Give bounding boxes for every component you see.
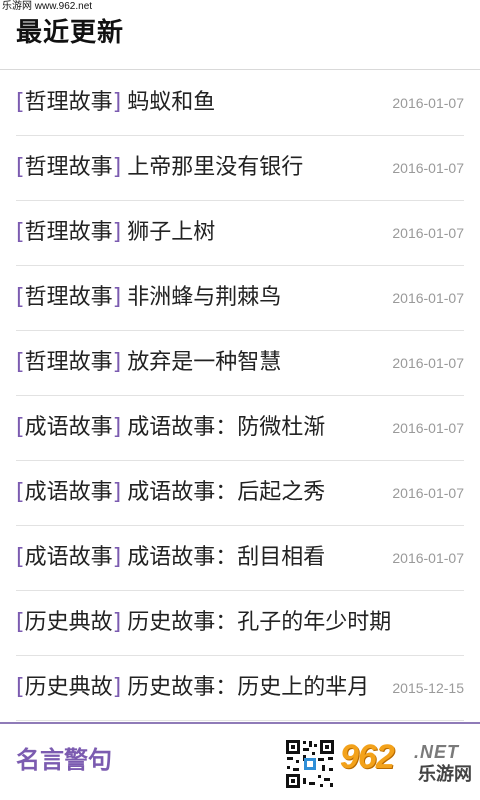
brand-number: 962: [340, 738, 395, 776]
item-tag: 成语故事: [24, 480, 113, 505]
tag-bracket-open: [: [16, 90, 25, 115]
item-tag: 历史典故: [24, 610, 113, 635]
tag-bracket-close: ]: [112, 155, 122, 180]
page-title: 最近更新: [16, 18, 125, 48]
app-screen: 乐游网 www.962.net 最近更新 [哲理故事] 蚂蚁和鱼 2016-01-…: [0, 0, 480, 800]
brand-logo: 962 .NET 乐游网: [340, 740, 476, 790]
list-item[interactable]: [哲理故事] 上帝那里没有银行 2016-01-07: [16, 136, 464, 201]
tag-bracket-close: ]: [112, 350, 122, 375]
list-item[interactable]: [成语故事] 成语故事：后起之秀 2016-01-07: [16, 461, 464, 526]
item-text: [成语故事] 成语故事：后起之秀: [16, 478, 325, 508]
brand-domain: .NET: [414, 742, 460, 762]
item-title: 放弃是一种智慧: [127, 350, 282, 375]
item-tag: 哲理故事: [24, 90, 113, 115]
item-text: [成语故事] 成语故事：刮目相看: [16, 543, 325, 573]
list-item[interactable]: [历史典故] 历史故事：孔子的年少时期: [16, 591, 464, 656]
item-title: 成语故事：后起之秀: [127, 480, 326, 505]
item-date: 2015-12-15: [392, 680, 464, 696]
tag-bracket-open: [: [16, 220, 25, 245]
item-date: 2016-01-07: [392, 355, 464, 371]
tag-bracket-close: ]: [112, 90, 122, 115]
brand-name: 乐游网: [418, 764, 472, 785]
item-date: 2016-01-07: [392, 420, 464, 436]
item-tag: 历史典故: [24, 675, 113, 700]
tab-quotes[interactable]: 名言警句: [16, 744, 112, 776]
item-title: 狮子上树: [127, 220, 216, 245]
item-text: [哲理故事] 蚂蚁和鱼: [16, 88, 215, 118]
tag-bracket-close: ]: [112, 545, 122, 570]
article-list: [哲理故事] 蚂蚁和鱼 2016-01-07 [哲理故事] 上帝那里没有银行 201…: [0, 71, 480, 721]
item-text: [哲理故事] 上帝那里没有银行: [16, 153, 303, 183]
tag-bracket-close: ]: [112, 610, 122, 635]
footer-bar: 名言警句 962 .NET 乐游网: [0, 722, 480, 800]
tag-bracket-open: [: [16, 610, 25, 635]
item-text: [哲理故事] 非洲蜂与荆棘鸟: [16, 283, 281, 313]
item-text: [历史典故] 历史故事：孔子的年少时期: [16, 608, 391, 638]
item-title: 成语故事：防微杜渐: [127, 415, 326, 440]
tag-bracket-open: [: [16, 480, 25, 505]
list-item[interactable]: [历史典故] 历史故事：历史上的芈月 2015-12-15: [16, 656, 464, 721]
item-text: [哲理故事] 狮子上树: [16, 218, 215, 248]
item-title: 历史故事：孔子的年少时期: [127, 610, 392, 635]
item-title: 上帝那里没有银行: [127, 155, 304, 180]
header-bar: 最近更新: [0, 0, 480, 70]
item-tag: 哲理故事: [24, 350, 113, 375]
tag-bracket-open: [: [16, 675, 25, 700]
item-date: 2016-01-07: [392, 550, 464, 566]
item-tag: 成语故事: [24, 415, 113, 440]
item-date: 2016-01-07: [392, 225, 464, 241]
item-date: 2016-01-07: [392, 290, 464, 306]
item-date: 2016-01-07: [392, 160, 464, 176]
tag-bracket-close: ]: [112, 480, 122, 505]
tag-bracket-open: [: [16, 415, 25, 440]
tag-bracket-close: ]: [112, 415, 122, 440]
item-text: [成语故事] 成语故事：防微杜渐: [16, 413, 325, 443]
item-text: [哲理故事] 放弃是一种智慧: [16, 348, 281, 378]
tag-bracket-open: [: [16, 285, 25, 310]
tag-bracket-close: ]: [112, 220, 122, 245]
tag-bracket-close: ]: [112, 285, 122, 310]
tag-bracket-open: [: [16, 350, 25, 375]
item-date: 2016-01-07: [392, 485, 464, 501]
list-item[interactable]: [成语故事] 成语故事：刮目相看 2016-01-07: [16, 526, 464, 591]
list-item[interactable]: [成语故事] 成语故事：防微杜渐 2016-01-07: [16, 396, 464, 461]
item-text: [历史典故] 历史故事：历史上的芈月: [16, 673, 369, 703]
item-title: 蚂蚁和鱼: [127, 90, 216, 115]
item-title: 历史故事：历史上的芈月: [127, 675, 370, 700]
tag-bracket-open: [: [16, 545, 25, 570]
list-item[interactable]: [哲理故事] 放弃是一种智慧 2016-01-07: [16, 331, 464, 396]
item-date: 2016-01-07: [392, 95, 464, 111]
item-title: 成语故事：刮目相看: [127, 545, 326, 570]
tag-bracket-close: ]: [112, 675, 122, 700]
qr-code-icon: [284, 738, 336, 790]
item-title: 非洲蜂与荆棘鸟: [127, 285, 282, 310]
list-item[interactable]: [哲理故事] 非洲蜂与荆棘鸟 2016-01-07: [16, 266, 464, 331]
item-tag: 哲理故事: [24, 220, 113, 245]
tag-bracket-open: [: [16, 155, 25, 180]
list-item[interactable]: [哲理故事] 狮子上树 2016-01-07: [16, 201, 464, 266]
list-item[interactable]: [哲理故事] 蚂蚁和鱼 2016-01-07: [16, 71, 464, 136]
item-tag: 哲理故事: [24, 285, 113, 310]
item-tag: 哲理故事: [24, 155, 113, 180]
item-tag: 成语故事: [24, 545, 113, 570]
